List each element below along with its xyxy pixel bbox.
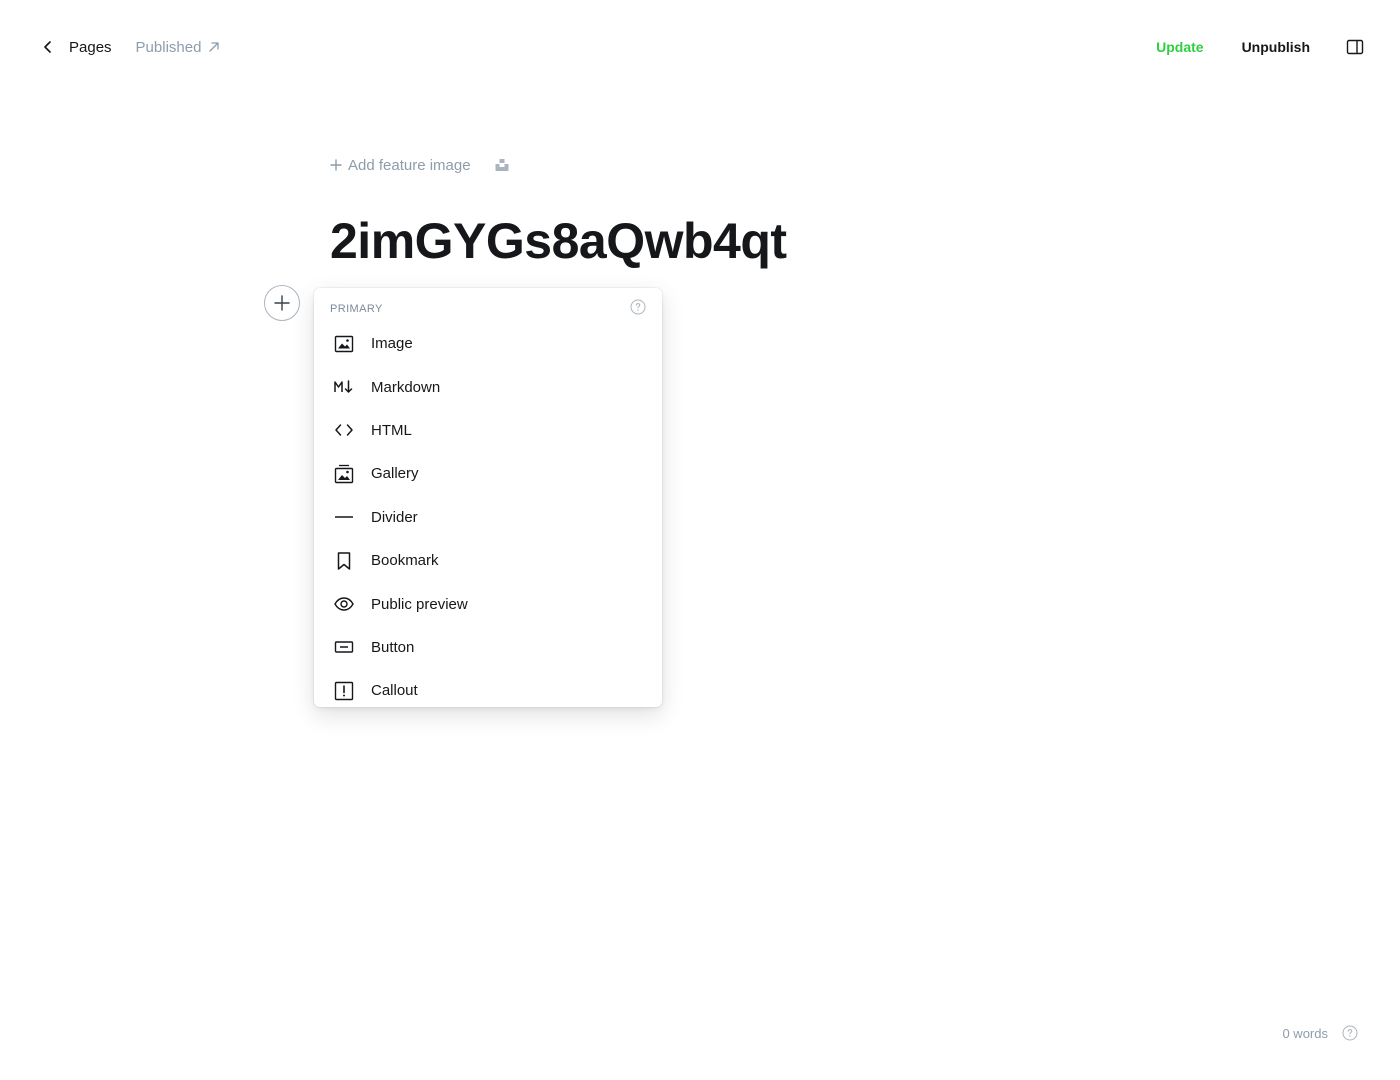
status-label: Published (135, 38, 202, 56)
card-menu-items: Image Markdown HTML Gallery Divider Book… (314, 322, 662, 707)
chevron-left-icon (40, 39, 56, 55)
button-icon (334, 637, 354, 657)
code-icon (334, 420, 354, 440)
callout-icon (334, 681, 354, 701)
eye-icon (334, 594, 354, 614)
editor-page: Pages Published Update Unpublish Add fea… (0, 0, 1400, 1080)
editor-footer: 0 words (1282, 1024, 1358, 1042)
plus-icon (330, 159, 342, 171)
topbar-left: Pages Published (40, 36, 220, 58)
bookmark-icon (334, 551, 354, 571)
menu-item-gallery[interactable]: Gallery (314, 452, 662, 495)
published-status-link[interactable]: Published (136, 39, 221, 56)
word-count: 0 words (1282, 1025, 1328, 1041)
add-card-button[interactable] (264, 285, 300, 321)
menu-item-markdown[interactable]: Markdown (314, 365, 662, 408)
menu-item-label: HTML (371, 421, 412, 439)
update-button[interactable]: Update (1156, 39, 1203, 55)
help-icon[interactable] (630, 299, 646, 315)
menu-item-label: Gallery (371, 465, 419, 483)
image-icon (334, 334, 354, 354)
menu-item-label: Markdown (371, 378, 441, 396)
plus-icon (274, 295, 290, 311)
gallery-icon (334, 464, 354, 484)
add-feature-image-label: Add feature image (348, 156, 471, 174)
menu-item-label: Callout (371, 682, 418, 700)
menu-item-label: Divider (371, 508, 418, 526)
post-title[interactable]: 2imGYGs8aQwb4qt (330, 210, 787, 272)
menu-item-button[interactable]: Button (314, 626, 662, 669)
menu-item-divider[interactable]: Divider (314, 496, 662, 539)
menu-item-label: Button (371, 638, 415, 656)
menu-item-label: Bookmark (371, 552, 439, 570)
back-label: Pages (69, 38, 112, 56)
menu-item-callout[interactable]: Callout (314, 669, 662, 707)
unpublish-button[interactable]: Unpublish (1242, 39, 1310, 55)
menu-item-image[interactable]: Image (314, 322, 662, 365)
menu-item-bookmark[interactable]: Bookmark (314, 539, 662, 582)
menu-item-html[interactable]: HTML (314, 409, 662, 452)
menu-item-public-preview[interactable]: Public preview (314, 582, 662, 625)
help-icon[interactable] (1342, 1025, 1358, 1041)
external-arrow-icon (208, 41, 220, 53)
add-feature-image-button[interactable]: Add feature image (330, 157, 471, 174)
markdown-icon (334, 377, 354, 397)
menu-section-label: PRIMARY (330, 303, 383, 315)
divider-icon (334, 507, 354, 527)
menu-item-label: Image (371, 335, 413, 353)
menu-item-label: Public preview (371, 595, 468, 613)
card-menu: PRIMARY Image Markdown HTML Gallery Divi… (314, 288, 662, 707)
card-menu-header: PRIMARY (330, 299, 646, 315)
back-to-pages-link[interactable]: Pages (40, 39, 112, 56)
feature-image-row: Add feature image (330, 154, 509, 176)
topbar-right: Update Unpublish (1156, 36, 1364, 58)
sidebar-toggle-icon[interactable] (1346, 38, 1364, 56)
unsplash-icon[interactable] (495, 158, 509, 172)
